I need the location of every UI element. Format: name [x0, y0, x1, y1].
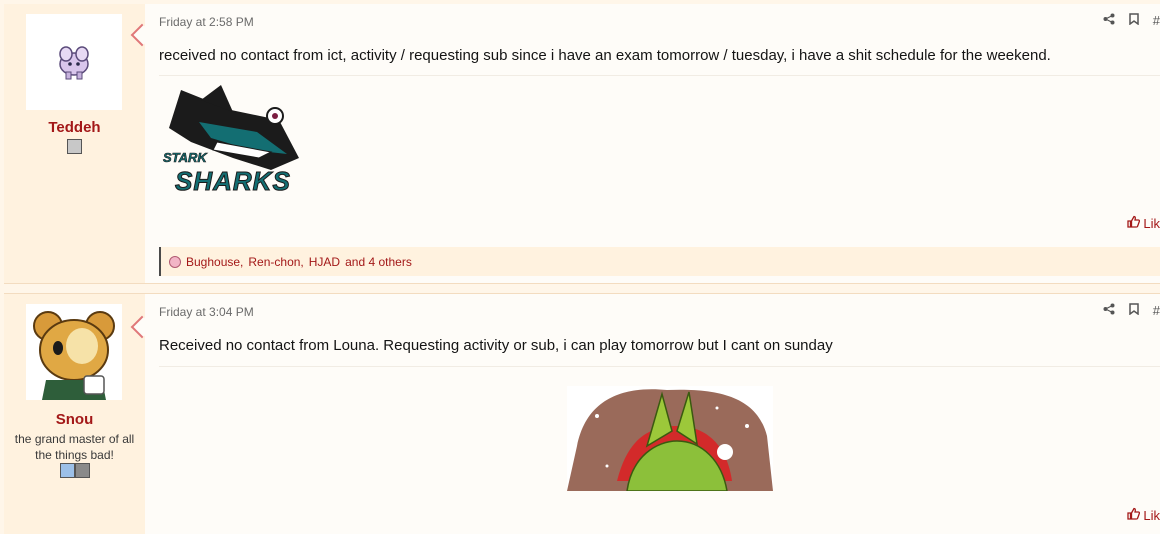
share-icon[interactable]: [1103, 13, 1115, 28]
like-button[interactable]: Lik: [1127, 215, 1160, 231]
divider: [159, 75, 1160, 76]
avatar[interactable]: [26, 304, 122, 400]
bookmark-icon[interactable]: [1129, 303, 1139, 318]
username[interactable]: Teddeh: [4, 119, 145, 136]
reaction-user[interactable]: Bughouse: [186, 255, 240, 269]
like-button[interactable]: Lik: [1127, 507, 1160, 523]
post-snou: Snou the grand master of all the things …: [4, 293, 1160, 534]
badge-icon: [67, 139, 82, 154]
reaction-user[interactable]: Ren-chon: [248, 255, 300, 269]
post-teddeh: Teddeh Friday at 2:58 PM # received no c…: [4, 4, 1160, 284]
thumbs-up-icon: [1127, 215, 1144, 231]
user-panel: Snou the grand master of all the things …: [4, 294, 145, 534]
post-message: received no contact from ict, activity /…: [159, 47, 1051, 64]
badge-icon: [59, 463, 75, 478]
reaction-others-link[interactable]: and 4 others: [345, 255, 412, 269]
username[interactable]: Snou: [4, 411, 145, 428]
attached-image: [567, 386, 773, 491]
post-actions: #: [1103, 13, 1160, 28]
logo-text-bottom: SHARKS: [175, 166, 291, 197]
reaction-icon: [169, 255, 181, 268]
user-badges: [4, 463, 145, 481]
post-timestamp[interactable]: Friday at 2:58 PM: [159, 15, 254, 29]
reactions-bar: Bughouse, Ren-chon, HJAD and 4 others: [159, 247, 1160, 276]
post-actions: #: [1103, 303, 1160, 318]
post-number[interactable]: #: [1153, 303, 1160, 318]
reaction-separator: ,: [300, 254, 304, 269]
post-main: Friday at 3:04 PM # Received no contact …: [159, 294, 1160, 534]
user-badges: [4, 139, 145, 157]
like-label: Lik: [1143, 508, 1160, 523]
bookmark-icon[interactable]: [1129, 13, 1139, 28]
logo-text-top: STARK: [163, 150, 207, 166]
thumbs-up-icon: [1127, 507, 1144, 523]
post-number[interactable]: #: [1153, 13, 1160, 28]
stark-sharks-logo: STARK SHARKS: [161, 80, 306, 202]
post-main: Friday at 2:58 PM # received no contact …: [159, 4, 1160, 283]
reaction-user[interactable]: HJAD: [309, 255, 340, 269]
share-icon[interactable]: [1103, 303, 1115, 318]
user-panel: Teddeh: [4, 4, 145, 283]
post-message: Received no contact from Louna. Requesti…: [159, 337, 833, 354]
like-label: Lik: [1143, 216, 1160, 231]
divider: [159, 366, 1160, 367]
user-title: the grand master of all the things bad!: [14, 432, 135, 462]
post-timestamp[interactable]: Friday at 3:04 PM: [159, 305, 254, 319]
badge-icon: [74, 463, 90, 478]
reaction-separator: ,: [240, 254, 244, 269]
avatar[interactable]: [26, 14, 122, 110]
